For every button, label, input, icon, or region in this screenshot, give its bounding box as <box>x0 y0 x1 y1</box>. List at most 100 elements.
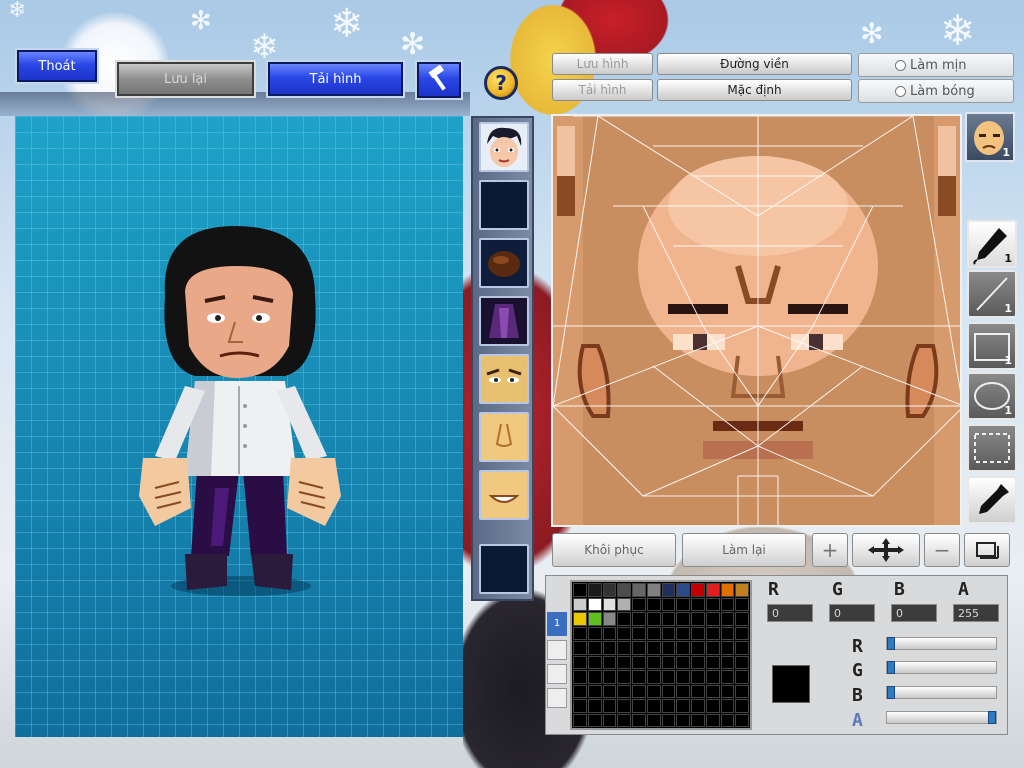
eyes-part-slot[interactable] <box>479 354 529 404</box>
help-icon[interactable]: ? <box>484 66 518 100</box>
pencil-tool[interactable]: 1 <box>967 220 1017 268</box>
exit-button[interactable]: Thoát <box>15 48 99 84</box>
restore-button[interactable]: Khôi phục <box>552 533 676 567</box>
alpha-value-field[interactable]: 255 <box>953 604 999 622</box>
palette-swatch[interactable] <box>661 641 676 655</box>
palette-swatch[interactable] <box>602 626 617 640</box>
palette-swatch[interactable] <box>661 670 676 684</box>
palette-swatch[interactable] <box>705 713 720 727</box>
palette-swatch[interactable] <box>735 626 749 640</box>
character-preview-panel[interactable] <box>15 116 463 737</box>
texture-editor-canvas[interactable] <box>551 114 962 527</box>
palette-swatch[interactable] <box>587 670 602 684</box>
redo-button[interactable]: Làm lại <box>682 533 806 567</box>
palette-swatch[interactable] <box>573 655 587 669</box>
face-portrait-slot[interactable] <box>479 122 529 172</box>
smooth-option[interactable]: Làm mịn <box>858 53 1014 77</box>
rectangle-tool[interactable]: 1 <box>967 322 1017 370</box>
palette-swatch[interactable] <box>617 713 631 727</box>
palette-swatch[interactable] <box>573 583 587 597</box>
palette-swatch[interactable] <box>735 684 749 698</box>
palette-swatch[interactable] <box>676 641 690 655</box>
palette-swatch[interactable] <box>705 655 720 669</box>
palette-swatch[interactable] <box>587 655 602 669</box>
palette-swatch[interactable] <box>646 641 661 655</box>
palette-swatch[interactable] <box>735 699 749 713</box>
palette-swatch[interactable] <box>705 597 720 611</box>
eyedropper-tool[interactable] <box>967 476 1017 524</box>
color-palette-grid[interactable] <box>570 580 752 730</box>
palette-swatch[interactable] <box>705 641 720 655</box>
palette-swatch[interactable] <box>720 670 735 684</box>
save-button[interactable]: Lưu lại <box>115 60 256 98</box>
palette-swatch[interactable] <box>632 684 646 698</box>
palette-swatch[interactable] <box>661 612 676 626</box>
palette-swatch[interactable] <box>676 713 690 727</box>
blue-slider[interactable] <box>886 686 997 699</box>
palette-swatch[interactable] <box>661 699 676 713</box>
palette-swatch[interactable] <box>691 684 705 698</box>
palette-swatch[interactable] <box>735 670 749 684</box>
palette-swatch[interactable] <box>676 699 690 713</box>
palette-swatch[interactable] <box>573 612 587 626</box>
palette-swatch[interactable] <box>720 641 735 655</box>
palette-swatch[interactable] <box>617 626 631 640</box>
palette-swatch[interactable] <box>720 699 735 713</box>
palette-swatch[interactable] <box>587 641 602 655</box>
palette-swatch[interactable] <box>691 612 705 626</box>
radio-button[interactable] <box>895 59 906 71</box>
hair-part-slot[interactable] <box>479 238 529 288</box>
palette-swatch[interactable] <box>735 597 749 611</box>
palette-swatch[interactable] <box>676 684 690 698</box>
palette-swatch[interactable] <box>573 641 587 655</box>
palette-swatch[interactable] <box>632 597 646 611</box>
palette-swatch[interactable] <box>573 670 587 684</box>
palette-swatch[interactable] <box>646 612 661 626</box>
blue-slider-handle[interactable] <box>887 686 895 699</box>
layer-tab[interactable] <box>547 664 567 684</box>
palette-swatch[interactable] <box>573 684 587 698</box>
palette-swatch[interactable] <box>617 583 631 597</box>
palette-swatch[interactable] <box>705 670 720 684</box>
palette-swatch[interactable] <box>573 597 587 611</box>
palette-swatch[interactable] <box>691 670 705 684</box>
palette-swatch[interactable] <box>632 641 646 655</box>
palette-swatch[interactable] <box>617 597 631 611</box>
move-button[interactable] <box>852 533 920 567</box>
palette-swatch[interactable] <box>720 612 735 626</box>
palette-swatch[interactable] <box>705 626 720 640</box>
palette-swatch[interactable] <box>587 583 602 597</box>
palette-swatch[interactable] <box>720 583 735 597</box>
palette-swatch[interactable] <box>720 655 735 669</box>
alpha-slider-handle[interactable] <box>988 711 996 724</box>
palette-swatch[interactable] <box>720 684 735 698</box>
palette-swatch[interactable] <box>646 670 661 684</box>
palette-swatch[interactable] <box>602 583 617 597</box>
ellipse-tool[interactable]: 1 <box>967 372 1017 420</box>
palette-swatch[interactable] <box>676 597 690 611</box>
palette-swatch[interactable] <box>632 626 646 640</box>
palette-swatch[interactable] <box>705 612 720 626</box>
green-slider[interactable] <box>886 661 997 674</box>
outline-button[interactable]: Đường viền <box>657 53 852 75</box>
palette-swatch[interactable] <box>661 713 676 727</box>
palette-swatch[interactable] <box>661 583 676 597</box>
palette-swatch[interactable] <box>676 655 690 669</box>
palette-swatch[interactable] <box>602 670 617 684</box>
palette-swatch[interactable] <box>602 612 617 626</box>
palette-swatch[interactable] <box>646 655 661 669</box>
palette-swatch[interactable] <box>676 583 690 597</box>
default-button[interactable]: Mặc định <box>657 79 852 101</box>
zoom-in-button[interactable]: + <box>812 533 848 567</box>
palette-swatch[interactable] <box>735 655 749 669</box>
zoom-out-button[interactable]: − <box>924 533 960 567</box>
palette-swatch[interactable] <box>632 699 646 713</box>
palette-swatch[interactable] <box>602 641 617 655</box>
palette-swatch[interactable] <box>602 713 617 727</box>
palette-swatch[interactable] <box>735 713 749 727</box>
red-slider[interactable] <box>886 637 997 650</box>
palette-swatch[interactable] <box>691 699 705 713</box>
red-slider-handle[interactable] <box>887 637 895 650</box>
blue-value-field[interactable]: 0 <box>891 604 937 622</box>
palette-swatch[interactable] <box>646 713 661 727</box>
